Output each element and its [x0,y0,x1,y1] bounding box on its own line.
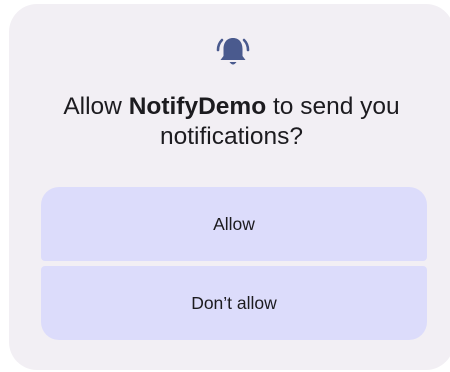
permission-dialog: Allow NotifyDemo to send you notificatio… [9,4,450,370]
allow-button[interactable]: Allow [41,187,427,261]
bell-ringing-icon [216,38,250,65]
dialog-title: Allow NotifyDemo to send you notificatio… [63,93,400,150]
dont-allow-button[interactable]: Don’t allow [41,266,427,340]
allow-button-label: Allow [213,213,255,234]
app-name: NotifyDemo [128,93,267,120]
dont-allow-button-label: Don’t allow [191,292,277,313]
